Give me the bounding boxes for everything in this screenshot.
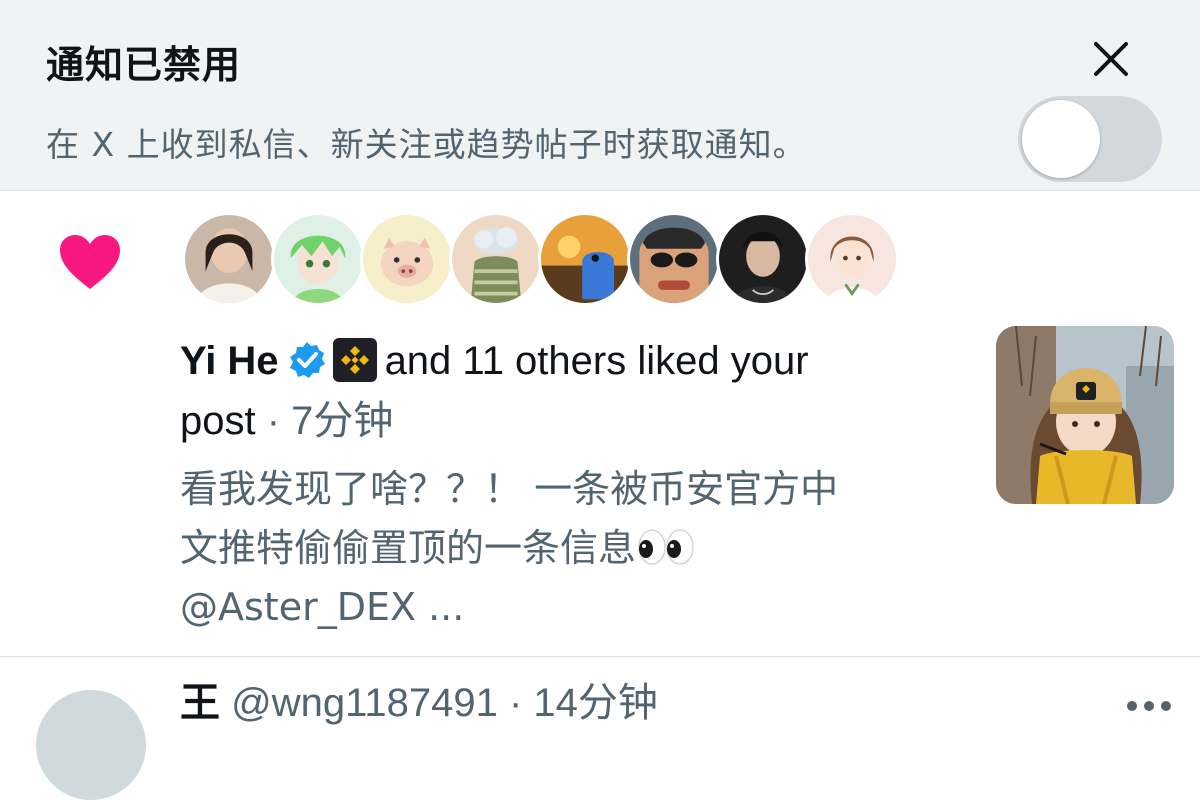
notification-text-line2: post · 7分钟 <box>180 394 393 448</box>
next-item-avatar[interactable] <box>36 690 146 800</box>
post-preview-line: @Aster_DEX ... <box>180 585 465 629</box>
post-preview[interactable]: 看我发现了啥？？！ 一条被币安官方中 文推特偷偷置顶的一条信息 @Aster_D… <box>180 460 980 637</box>
liker-avatar[interactable] <box>627 212 721 306</box>
liker-avatar[interactable] <box>538 212 632 306</box>
post-preview-line: 文推特偷偷置顶的一条信息 <box>180 526 637 570</box>
next-item-header: 王 @wng1187491 · 14分钟 <box>180 678 658 728</box>
liker-username[interactable]: Yi He <box>180 339 279 383</box>
separator-dot: · <box>255 399 292 443</box>
heart-icon <box>58 233 122 291</box>
eyes-emoji-icon <box>636 525 696 565</box>
next-item-name[interactable]: 王 <box>180 681 220 725</box>
liker-avatar[interactable] <box>360 212 454 306</box>
divider <box>0 656 1200 657</box>
liker-avatar[interactable] <box>805 212 899 306</box>
binance-org-badge-icon <box>332 338 377 382</box>
close-icon[interactable] <box>1088 36 1134 82</box>
notifications-toggle[interactable] <box>1018 96 1162 182</box>
post-preview-line: 看我发现了啥？？！ 一条被币安官方中 <box>180 467 839 511</box>
banner-description: 在 X 上收到私信、新关注或趋势帖子时获取通知。 <box>46 125 807 164</box>
toggle-knob <box>1022 100 1100 178</box>
liker-avatar[interactable] <box>716 212 810 306</box>
notification-text-line1: Yi He and 11 others liked your <box>180 334 809 388</box>
notification-post-word: post <box>180 399 256 443</box>
notifications-disabled-banner: 通知已禁用 在 X 上收到私信、新关注或趋势帖子时获取通知。 <box>0 0 1200 191</box>
liker-avatar[interactable] <box>182 212 276 306</box>
post-media-thumbnail[interactable] <box>996 326 1174 504</box>
next-item-handle[interactable]: @wng1187491 <box>231 681 498 725</box>
next-item-time: 14分钟 <box>533 681 658 725</box>
liker-avatar[interactable] <box>449 212 543 306</box>
notification-action-text: and 11 others liked your <box>384 339 809 383</box>
notification-time: 7分钟 <box>291 399 394 443</box>
liker-avatar[interactable] <box>271 212 365 306</box>
separator-dot: · <box>497 681 534 725</box>
more-options-icon[interactable] <box>1124 698 1174 714</box>
banner-title: 通知已禁用 <box>46 43 242 87</box>
verified-badge-icon <box>287 340 327 380</box>
